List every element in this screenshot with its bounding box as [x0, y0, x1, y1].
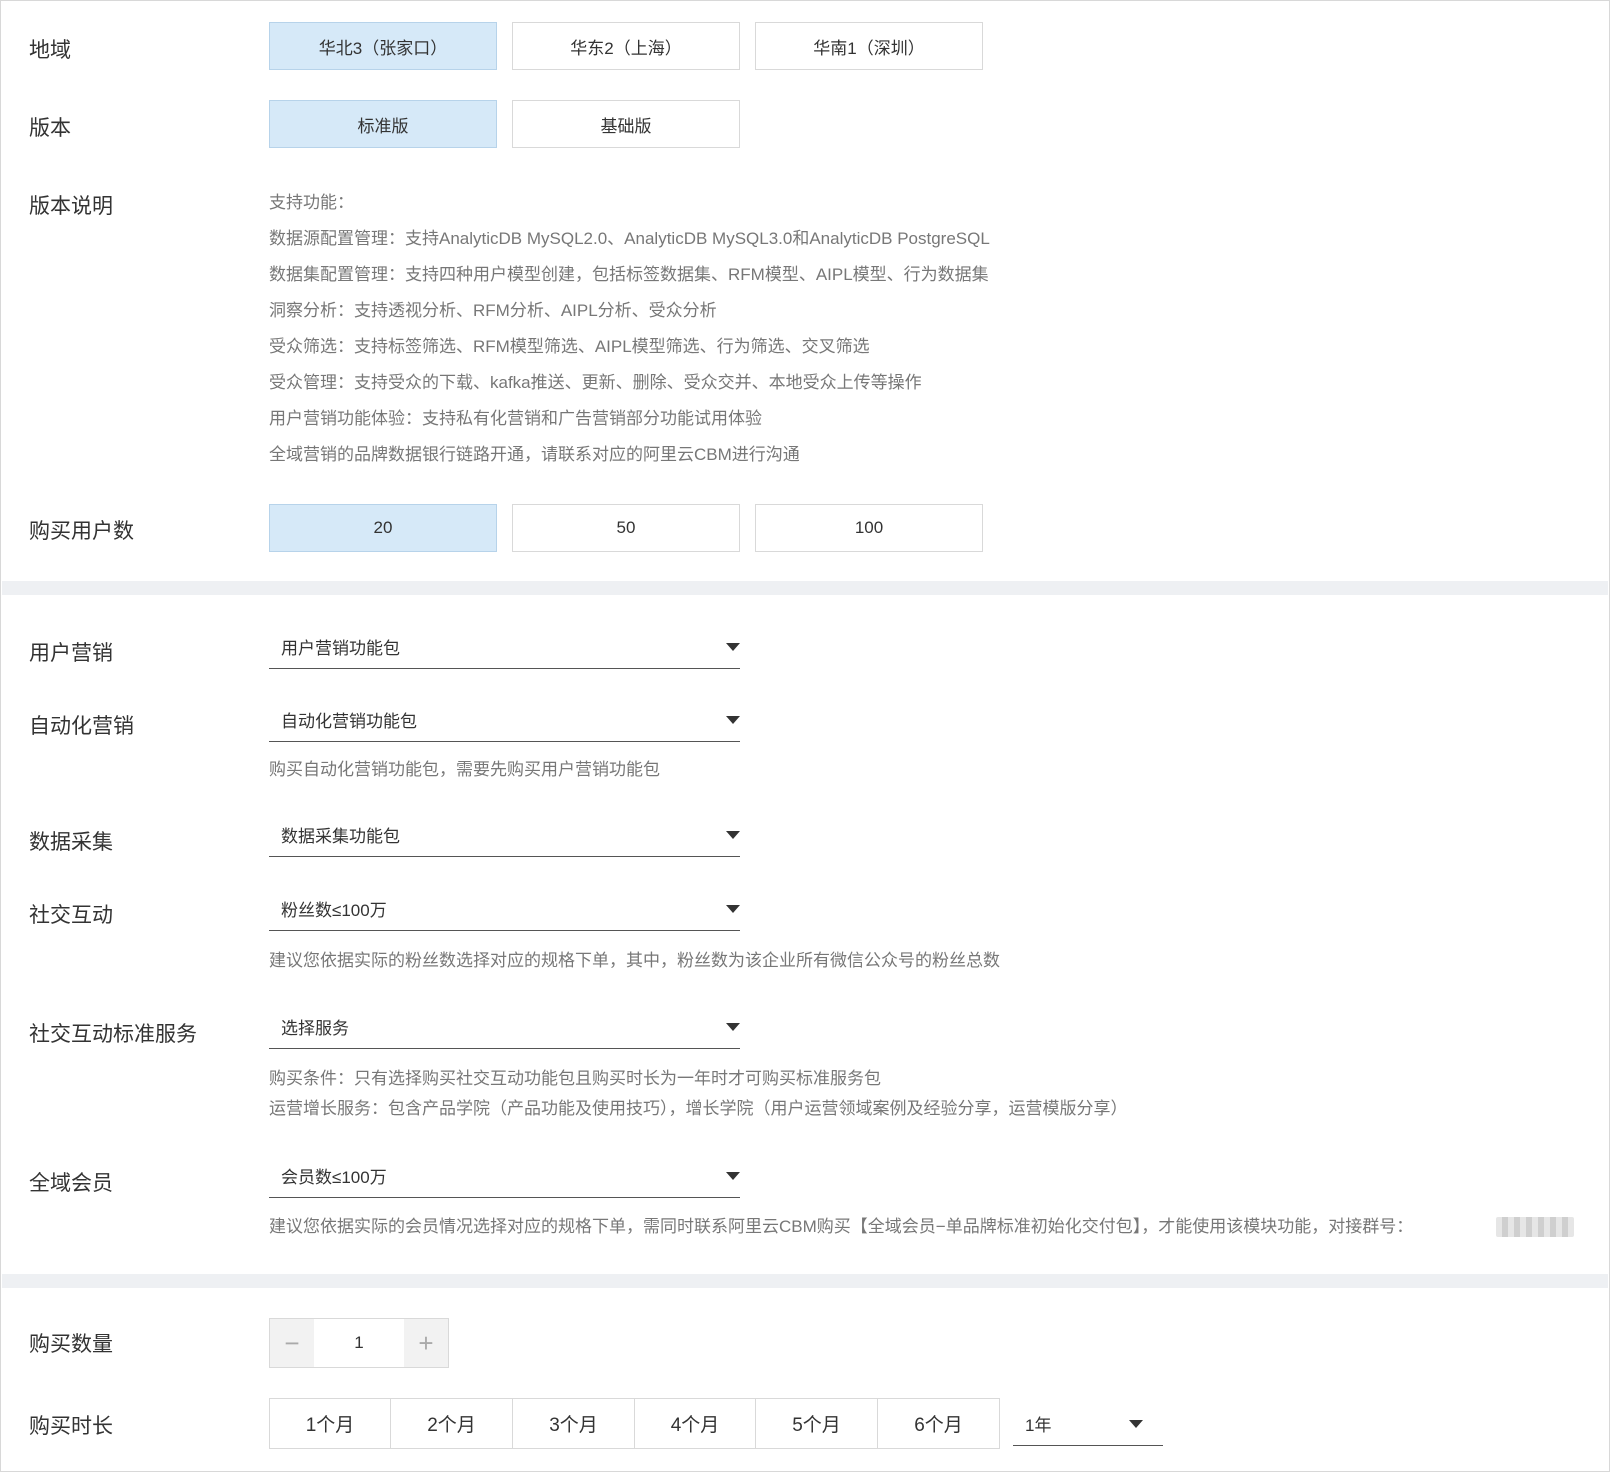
caret-down-icon: [726, 643, 740, 651]
desc-line: 洞察分析：支持透视分析、RFM分析、AIPL分析、受众分析: [269, 301, 717, 320]
caret-down-icon: [726, 905, 740, 913]
plus-button[interactable]: +: [404, 1319, 448, 1367]
auto-marketing-hint: 购买自动化营销功能包，需要先购买用户营销功能包: [269, 760, 660, 779]
quantity-stepper: − 1 +: [269, 1318, 449, 1368]
region-label: 地域: [29, 39, 71, 62]
users-option-20[interactable]: 20: [269, 504, 497, 552]
section-divider: [2, 581, 1608, 595]
purchase-form: 地域 华北3（张家口） 华东2（上海） 华南1（深圳） 版本 标准版 基础版 版…: [0, 0, 1610, 1472]
region-option-shanghai[interactable]: 华东2（上海）: [512, 22, 740, 70]
social-service-select[interactable]: 选择服务: [269, 1001, 740, 1049]
users-option-50[interactable]: 50: [512, 504, 740, 552]
redacted-group-number: [1496, 1217, 1574, 1237]
edition-desc-label: 版本说明: [29, 195, 113, 218]
select-value: 数据采集功能包: [281, 827, 400, 846]
desc-line: 用户营销功能体验：支持私有化营销和广告营销部分功能试用体验: [269, 409, 762, 428]
caret-down-icon: [726, 831, 740, 839]
select-value: 会员数≤100万: [281, 1168, 387, 1187]
desc-line: 受众筛选：支持标签筛选、RFM模型筛选、AIPL模型筛选、行为筛选、交叉筛选: [269, 337, 870, 356]
desc-line: 支持功能：: [269, 193, 354, 212]
quantity-input[interactable]: 1: [314, 1319, 404, 1367]
duration-option-6-months[interactable]: 6个月: [877, 1398, 1000, 1449]
duration-option-5-months[interactable]: 5个月: [755, 1398, 878, 1449]
auto-marketing-label: 自动化营销: [29, 715, 134, 738]
edition-option-standard[interactable]: 标准版: [269, 100, 497, 148]
edition-desc-text: 支持功能： 数据源配置管理：支持AnalyticDB MySQL2.0、Anal…: [269, 185, 990, 473]
social-hint: 建议您依据实际的粉丝数选择对应的规格下单，其中，粉丝数为该企业所有微信公众号的粉…: [269, 951, 1000, 970]
desc-line: 数据集配置管理：支持四种用户模型创建，包括标签数据集、RFM模型、AIPL模型、…: [269, 265, 989, 284]
social-service-hint-growth: 运营增长服务：包含产品学院（产品功能及使用技巧），增长学院（用户运营领域案例及经…: [269, 1099, 1128, 1118]
select-value: 用户营销功能包: [281, 639, 400, 658]
duration-option-2-months[interactable]: 2个月: [390, 1398, 513, 1449]
desc-line: 数据源配置管理：支持AnalyticDB MySQL2.0、AnalyticDB…: [269, 229, 990, 248]
auto-marketing-select[interactable]: 自动化营销功能包: [269, 694, 740, 742]
caret-down-icon: [726, 1172, 740, 1180]
social-select[interactable]: 粉丝数≤100万: [269, 883, 740, 931]
membership-hint: 建议您依据实际的会员情况选择对应的规格下单，需同时联系阿里云CBM购买【全域会员…: [269, 1217, 1414, 1236]
social-service-label: 社交互动标准服务: [29, 1023, 197, 1046]
duration-option-3-months[interactable]: 3个月: [512, 1398, 635, 1449]
desc-line: 全域营销的品牌数据银行链路开通，请联系对应的阿里云CBM进行沟通: [269, 445, 800, 464]
membership-label: 全域会员: [29, 1172, 113, 1195]
region-option-zhangjiakou[interactable]: 华北3（张家口）: [269, 22, 497, 70]
social-label: 社交互动: [29, 904, 113, 927]
section-divider: [2, 1274, 1608, 1288]
caret-down-icon: [1129, 1420, 1143, 1428]
quantity-label: 购买数量: [29, 1333, 113, 1356]
select-value: 粉丝数≤100万: [281, 901, 387, 920]
caret-down-icon: [726, 716, 740, 724]
desc-line: 受众管理：支持受众的下载、kafka推送、更新、删除、受众交并、本地受众上传等操…: [269, 373, 922, 392]
user-marketing-label: 用户营销: [29, 642, 113, 665]
users-label: 购买用户数: [29, 520, 134, 543]
select-value: 1年: [1025, 1416, 1052, 1435]
region-option-shenzhen[interactable]: 华南1（深圳）: [755, 22, 983, 70]
social-service-hint-condition: 购买条件：只有选择购买社交互动功能包且购买时长为一年时才可购买标准服务包: [269, 1069, 881, 1088]
data-collection-label: 数据采集: [29, 831, 113, 854]
caret-down-icon: [726, 1023, 740, 1031]
minus-button[interactable]: −: [270, 1319, 314, 1367]
edition-label: 版本: [29, 117, 71, 140]
data-collection-select[interactable]: 数据采集功能包: [269, 809, 740, 857]
duration-label: 购买时长: [29, 1415, 113, 1438]
select-value: 自动化营销功能包: [281, 712, 417, 731]
users-option-100[interactable]: 100: [755, 504, 983, 552]
edition-option-basic[interactable]: 基础版: [512, 100, 740, 148]
duration-option-4-months[interactable]: 4个月: [634, 1398, 756, 1449]
select-value: 选择服务: [281, 1019, 349, 1038]
duration-option-1-month[interactable]: 1个月: [269, 1398, 391, 1449]
duration-year-select[interactable]: 1年: [1013, 1398, 1163, 1446]
user-marketing-select[interactable]: 用户营销功能包: [269, 621, 740, 669]
membership-select[interactable]: 会员数≤100万: [269, 1150, 740, 1198]
